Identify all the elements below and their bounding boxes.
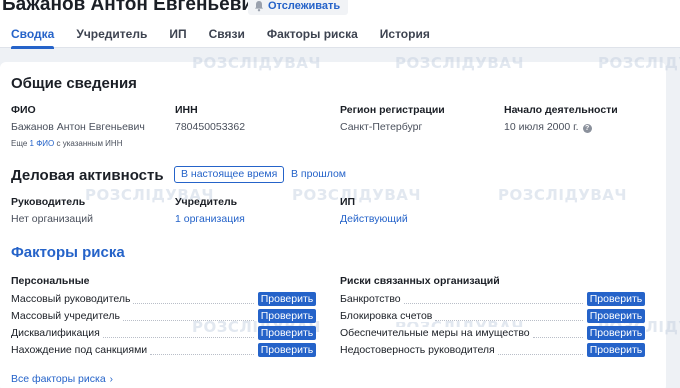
check-button[interactable]: Проверить — [587, 326, 645, 340]
head-label: Руководитель — [11, 196, 86, 208]
all-risks-link[interactable]: Все факторы риска › — [11, 373, 113, 385]
tab-summary[interactable]: Сводка — [11, 20, 55, 49]
region-label: Регион регистрации — [340, 104, 445, 116]
leader-dots — [133, 295, 254, 304]
leader-dots — [123, 312, 254, 321]
check-button[interactable]: Проверить — [258, 292, 316, 306]
start-date: 10 июля 2000 г.? — [504, 121, 592, 133]
ip-label: ИП — [340, 196, 356, 208]
chevron-right-icon: › — [109, 374, 113, 385]
check-button[interactable]: Проверить — [587, 343, 645, 357]
profile-header: Бажанов Антон Евгеньевич Отслеживать Сво… — [0, 0, 680, 49]
risk-name: Обеспечительные меры на имущество — [340, 327, 533, 339]
head-value: Нет организаций — [11, 213, 93, 225]
help-icon[interactable]: ? — [582, 124, 592, 133]
risk-name: Массовый учредитель — [11, 310, 124, 322]
tab-bar: Сводка Учредитель ИП Связи Факторы риска… — [0, 20, 430, 49]
leader-dots — [150, 346, 254, 355]
start-date-value: 10 июля 2000 г. — [504, 121, 579, 133]
tab-history[interactable]: История — [380, 20, 430, 48]
ip-status-link[interactable]: Действующий — [340, 213, 408, 225]
risk-row: Дисквалификация Проверить — [11, 326, 316, 340]
check-button[interactable]: Проверить — [258, 343, 316, 357]
leader-dots — [532, 329, 583, 338]
more-fio-note: Еще 1 ФИО с указанным ИНН — [11, 139, 122, 148]
all-risks-label: Все факторы риска — [11, 373, 106, 385]
risk-row: Блокировка счетов Проверить — [340, 309, 645, 323]
tab-founder[interactable]: Учредитель — [76, 20, 147, 48]
inn-value: 780450053362 — [175, 121, 246, 133]
page-title: Бажанов Антон Евгеньевич — [2, 0, 265, 15]
leader-dots — [435, 312, 583, 321]
leader-dots — [403, 295, 583, 304]
risk-row: Банкротство Проверить — [340, 292, 645, 306]
region-value: Санкт-Петербург — [340, 121, 423, 133]
follow-button[interactable]: Отслеживать — [248, 0, 349, 15]
tab-ip[interactable]: ИП — [169, 20, 186, 48]
personal-risks-heading: Персональные — [11, 275, 90, 287]
more-fio-link[interactable]: 1 ФИО — [30, 139, 55, 148]
follow-label: Отслеживать — [268, 0, 341, 12]
risks-section-title[interactable]: Факторы риска — [11, 244, 125, 261]
risk-row: Недостоверность руководителя Проверить — [340, 343, 645, 357]
more-suffix: с указанным ИНН — [56, 139, 123, 148]
risk-row: Массовый руководитель Проверить — [11, 292, 316, 306]
leader-dots — [497, 346, 583, 355]
check-button[interactable]: Проверить — [258, 309, 316, 323]
founder-link[interactable]: 1 организация — [175, 213, 245, 225]
risk-name: Банкротство — [340, 293, 404, 305]
risk-name: Дисквалификация — [11, 327, 103, 339]
filter-current-button[interactable]: В настоящее время — [174, 166, 285, 183]
risk-row: Массовый учредитель Проверить — [11, 309, 316, 323]
start-date-label: Начало деятельности — [504, 104, 618, 116]
risk-name: Блокировка счетов — [340, 310, 436, 322]
fio-value: Бажанов Антон Евгеньевич — [11, 121, 145, 133]
related-risks-heading: Риски связанных организаций — [340, 275, 500, 287]
risk-name: Недостоверность руководителя — [340, 344, 498, 356]
leader-dots — [102, 329, 254, 338]
risk-row: Нахождение под санкциями Проверить — [11, 343, 316, 357]
tab-connections[interactable]: Связи — [209, 20, 245, 48]
more-prefix: Еще — [11, 139, 28, 148]
risk-name: Нахождение под санкциями — [11, 344, 151, 356]
check-button[interactable]: Проверить — [587, 309, 645, 323]
inn-label: ИНН — [175, 104, 198, 116]
tab-risk-factors[interactable]: Факторы риска — [267, 20, 358, 48]
fio-label: ФИО — [11, 104, 36, 116]
risk-name: Массовый руководитель — [11, 293, 134, 305]
check-button[interactable]: Проверить — [587, 292, 645, 306]
business-section-title: Деловая активность — [11, 167, 164, 184]
check-button[interactable]: Проверить — [258, 326, 316, 340]
risk-row: Обеспечительные меры на имущество Провер… — [340, 326, 645, 340]
filter-past-button[interactable]: В прошлом — [284, 166, 353, 183]
bell-icon — [255, 1, 263, 12]
founder-label: Учредитель — [175, 196, 238, 208]
page-gutter — [666, 48, 680, 388]
general-section-title: Общие сведения — [11, 75, 137, 92]
